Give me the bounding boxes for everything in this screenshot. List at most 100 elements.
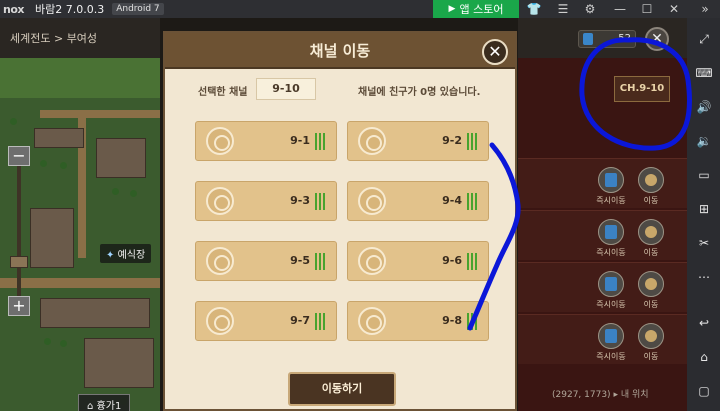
- instant-move-label: 즉시이동: [596, 300, 626, 309]
- instant-move-label: 즉시이동: [596, 352, 626, 361]
- signal-bars-icon: [467, 253, 479, 270]
- move-channel-button[interactable]: 이동하기: [288, 372, 396, 406]
- back-icon[interactable]: ↩: [695, 314, 713, 332]
- settings-icon[interactable]: ⚙: [582, 1, 598, 17]
- channel-name: 9-8: [442, 314, 462, 327]
- signal-bars-icon: [467, 193, 479, 210]
- apk-install-icon[interactable]: ⊞: [695, 200, 713, 218]
- channel-move-dialog: 채널 이동 ✕ 선택한 채널 9-10 채널에 친구가 0명 있습니다. 9-1…: [163, 31, 517, 411]
- channel-card-9-1[interactable]: 9-1: [195, 121, 337, 161]
- move-button[interactable]: [638, 271, 664, 297]
- signal-bars-icon: [315, 313, 327, 330]
- selected-channel-value: 9-10: [256, 78, 316, 100]
- signal-bars-icon: [467, 133, 479, 150]
- move-button[interactable]: [638, 167, 664, 193]
- instant-move-label: 즉시이동: [596, 248, 626, 257]
- app-store-label: 앱 스토어: [459, 3, 504, 16]
- selected-channel-label: 선택한 채널: [198, 87, 248, 98]
- channel-emblem-icon: [206, 307, 234, 335]
- minimize-icon[interactable]: —: [612, 1, 628, 17]
- shirt-icon[interactable]: 👕: [526, 1, 542, 17]
- list-item: 즉시이동 이동: [518, 314, 687, 364]
- instant-move-button[interactable]: [598, 219, 624, 245]
- channel-list[interactable]: 9-1 9-2 9-3 9-4 9-5 9-6 9-7 9-8: [165, 113, 515, 371]
- coordinates-readout: (2927, 1773) ▸ 내 위치: [552, 387, 649, 400]
- place-label[interactable]: ✦ 예식장: [100, 244, 152, 263]
- game-view: 세계전도 > 부여성 − + ✦ 예식장 ⌂ 흉가1 52 ✕ CH.9-10 …: [0, 18, 687, 411]
- move-button[interactable]: [638, 323, 664, 349]
- nox-logo-icon: nox: [3, 2, 24, 16]
- more-icon[interactable]: ⋯: [695, 268, 713, 286]
- app-title: 바람2 7.0.0.3: [35, 3, 105, 16]
- zoom-track: [17, 166, 21, 306]
- my-location-label[interactable]: 내 위치: [621, 390, 649, 400]
- move-label: 이동: [643, 248, 659, 257]
- app-store-button[interactable]: ▶ 앱 스토어: [433, 0, 519, 18]
- move-label: 이동: [643, 352, 659, 361]
- channel-card-9-2[interactable]: 9-2: [347, 121, 489, 161]
- gem-icon: [583, 33, 593, 45]
- move-label: 이동: [643, 300, 659, 309]
- currency-count: 52: [618, 33, 631, 44]
- android-version-badge: Android 7: [112, 3, 164, 15]
- zoom-in-button[interactable]: +: [8, 296, 30, 316]
- home-button-icon[interactable]: ⌂: [695, 348, 713, 366]
- channel-card-9-5[interactable]: 9-5: [195, 241, 337, 281]
- currency-box: 52: [578, 30, 636, 48]
- channel-name: 9-6: [442, 254, 462, 267]
- dialog-header: 채널 이동 ✕: [165, 33, 515, 69]
- instant-move-label: 즉시이동: [596, 196, 626, 205]
- keyboard-icon[interactable]: ⌨: [695, 64, 713, 82]
- emulator-screen: nox 바람2 7.0.0.3 Android 7 ▶ 앱 스토어 👕 ☰ ⚙ …: [0, 0, 720, 411]
- dialog-title: 채널 이동: [309, 42, 371, 60]
- region-label[interactable]: ⌂ 흉가1: [78, 394, 131, 411]
- coordinates-text: (2927, 1773): [552, 390, 611, 400]
- channel-card-9-7[interactable]: 9-7: [195, 301, 337, 341]
- instant-move-button[interactable]: [598, 271, 624, 297]
- move-label: 이동: [643, 196, 659, 205]
- current-channel-badge[interactable]: CH.9-10: [614, 76, 670, 102]
- panel-close-button[interactable]: ✕: [645, 27, 669, 51]
- channel-emblem-icon: [358, 247, 386, 275]
- emulator-title-bar: nox 바람2 7.0.0.3 Android 7 ▶ 앱 스토어 👕 ☰ ⚙ …: [0, 0, 720, 18]
- move-button[interactable]: [638, 219, 664, 245]
- place-label-text: 예식장: [117, 250, 146, 261]
- location-pin-icon: ✦: [106, 250, 115, 261]
- zoom-slider[interactable]: − +: [8, 146, 30, 318]
- home-icon: ⌂: [87, 401, 94, 411]
- map-header: 세계전도 > 부여성: [0, 18, 160, 58]
- channel-name: 9-1: [290, 134, 310, 147]
- channel-name: 9-4: [442, 194, 462, 207]
- instant-move-button[interactable]: [598, 323, 624, 349]
- channel-emblem-icon: [206, 247, 234, 275]
- channel-name: 9-5: [290, 254, 310, 267]
- channel-emblem-icon: [206, 187, 234, 215]
- recent-apps-icon[interactable]: ▢: [695, 382, 713, 400]
- signal-bars-icon: [315, 253, 327, 270]
- instant-move-button[interactable]: [598, 167, 624, 193]
- volume-up-icon[interactable]: 🔊: [695, 98, 713, 116]
- channel-card-9-8[interactable]: 9-8: [347, 301, 489, 341]
- location-arrow-icon: ▸: [613, 390, 621, 400]
- right-panel: 52 ✕ CH.9-10 즉시이동 이동 즉시이동 이동 즉시이동 이동 즉시이…: [518, 18, 687, 411]
- menu-icon[interactable]: ☰: [555, 1, 571, 17]
- zoom-knob[interactable]: [10, 256, 28, 268]
- channel-card-9-3[interactable]: 9-3: [195, 181, 337, 221]
- channel-card-9-4[interactable]: 9-4: [347, 181, 489, 221]
- signal-bars-icon: [467, 313, 479, 330]
- volume-down-icon[interactable]: 🔉: [695, 132, 713, 150]
- channel-emblem-icon: [206, 127, 234, 155]
- dialog-close-button[interactable]: ✕: [482, 39, 508, 65]
- collapse-sidebar-icon[interactable]: »: [697, 1, 713, 17]
- screenshot-icon[interactable]: ✂: [695, 234, 713, 252]
- close-window-icon[interactable]: ✕: [666, 1, 682, 17]
- maximize-icon[interactable]: ☐: [639, 1, 655, 17]
- fullscreen-icon[interactable]: ⤢: [695, 30, 713, 48]
- zoom-out-button[interactable]: −: [8, 146, 30, 166]
- signal-bars-icon: [315, 133, 327, 150]
- channel-card-9-6[interactable]: 9-6: [347, 241, 489, 281]
- selected-channel-row: 선택한 채널 9-10 채널에 친구가 0명 있습니다.: [165, 69, 515, 113]
- breadcrumb[interactable]: 세계전도 > 부여성: [10, 30, 97, 46]
- screen-icon[interactable]: ▭: [695, 166, 713, 184]
- signal-bars-icon: [315, 193, 327, 210]
